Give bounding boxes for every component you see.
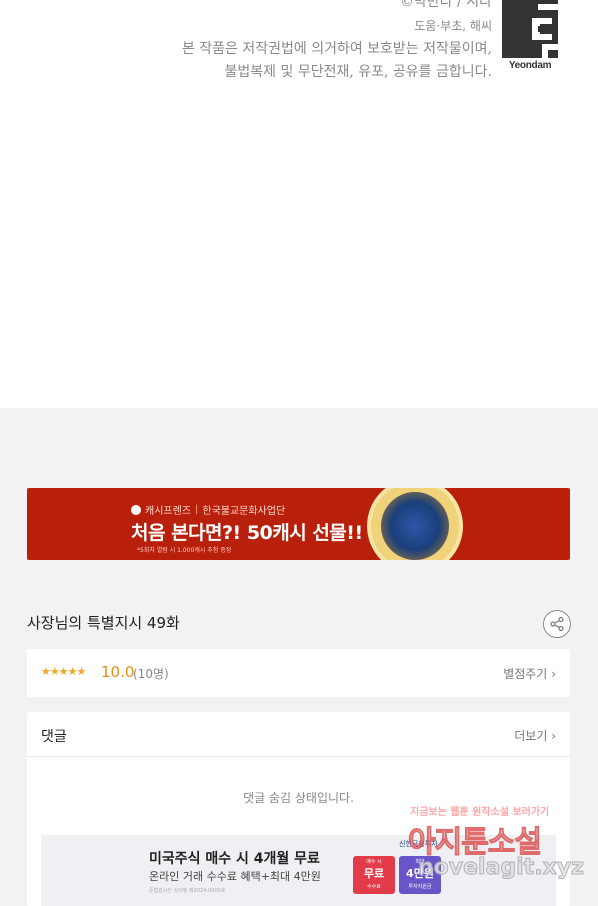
comment-header: 댓글 더보기 › bbox=[27, 712, 570, 757]
stock-ad-card-free-foot: 수수료 bbox=[367, 884, 381, 890]
comment-title: 댓글 bbox=[41, 729, 67, 745]
stock-ad-card-free-big: 무료 bbox=[363, 867, 385, 880]
stock-ad-fine-print: 준법감시인 심의필 제2024-0000호 bbox=[149, 888, 226, 894]
promo-separator: | bbox=[195, 504, 199, 515]
episode-title: 사장님의 특별지시 49화 bbox=[27, 614, 180, 632]
rating-card: ★★★★★ 10.0 (10명) 별점주기 › bbox=[27, 649, 570, 697]
share-icon bbox=[550, 616, 564, 632]
rating-count: (10명) bbox=[133, 667, 169, 681]
chevron-right-icon: › bbox=[551, 729, 556, 743]
promo-banner[interactable]: 캐시프렌즈 | 한국불교문화사업단 처음 본다면?! 50캐시 선물!! *5회… bbox=[27, 488, 570, 560]
promo-brand: 캐시프렌즈 bbox=[145, 506, 191, 517]
comment-more-link[interactable]: 더보기 › bbox=[514, 727, 556, 744]
cashfriends-logo-icon bbox=[131, 504, 141, 515]
watermark-url-text: novelagit.xyz bbox=[418, 855, 585, 881]
copyright-notice-line1: 본 작품은 저작권법에 의거하여 보호받는 저작물이며, bbox=[181, 41, 492, 57]
rate-button[interactable]: 별점주기 › bbox=[503, 665, 556, 682]
dragon-medallion-image bbox=[367, 488, 463, 560]
chevron-right-icon: › bbox=[551, 667, 556, 681]
watermark-top-text: 지금보는 웹툰 원작소설 보러가기 bbox=[410, 807, 550, 818]
credits-block: ©박만다 / 시다 도움·부초, 해씨 본 작품은 저작권법에 의거하여 보호받… bbox=[182, 0, 492, 84]
stock-ad-subline: 온라인 거래 수수료 혜택+최대 4만원 bbox=[149, 870, 321, 883]
publisher-logo-mark bbox=[502, 0, 558, 58]
publisher-logo: Yeondam bbox=[502, 0, 558, 74]
promo-headline: 처음 본다면?! 50캐시 선물!! bbox=[131, 522, 363, 544]
rate-button-label: 별점주기 bbox=[503, 667, 548, 681]
promo-partner: 한국불교문화사업단 bbox=[202, 506, 286, 517]
stock-ad-card-free: 매수 시 무료 수수료 bbox=[353, 856, 395, 894]
publisher-name: Yeondam bbox=[508, 60, 552, 71]
rating-score: 10.0 bbox=[101, 663, 135, 681]
rating-stars-icon: ★★★★★ bbox=[41, 665, 86, 678]
promo-brand-row: 캐시프렌즈 | 한국불교문화사업단 bbox=[131, 502, 285, 517]
share-button[interactable] bbox=[543, 610, 571, 638]
credits-authors: ©박만다 / 시다 bbox=[399, 0, 492, 10]
stock-ad-card-free-small: 매수 시 bbox=[366, 859, 382, 865]
promo-fine-print: *5회차 열람 시 1,000캐시 추첨 증정 bbox=[137, 547, 232, 554]
credits-helpers: 도움·부초, 해씨 bbox=[414, 19, 492, 33]
stock-ad-headline: 미국주식 매수 시 4개월 무료 bbox=[149, 851, 320, 867]
reader-page-area: ©박만다 / 시다 도움·부초, 해씨 본 작품은 저작권법에 의거하여 보호받… bbox=[0, 0, 598, 408]
copyright-notice: 본 작품은 저작권법에 의거하여 보호받는 저작물이며, 불법복제 및 무단전재… bbox=[182, 38, 492, 84]
copyright-notice-line2: 불법복제 및 무단전재, 유포, 공유를 금합니다. bbox=[224, 64, 492, 80]
site-watermark: 지금보는 웹툰 원작소설 보러가기 아지툰소설 novelagit.xyz bbox=[408, 803, 588, 887]
dragon-medallion-center bbox=[381, 492, 449, 560]
comment-more-label: 더보기 bbox=[514, 729, 548, 743]
